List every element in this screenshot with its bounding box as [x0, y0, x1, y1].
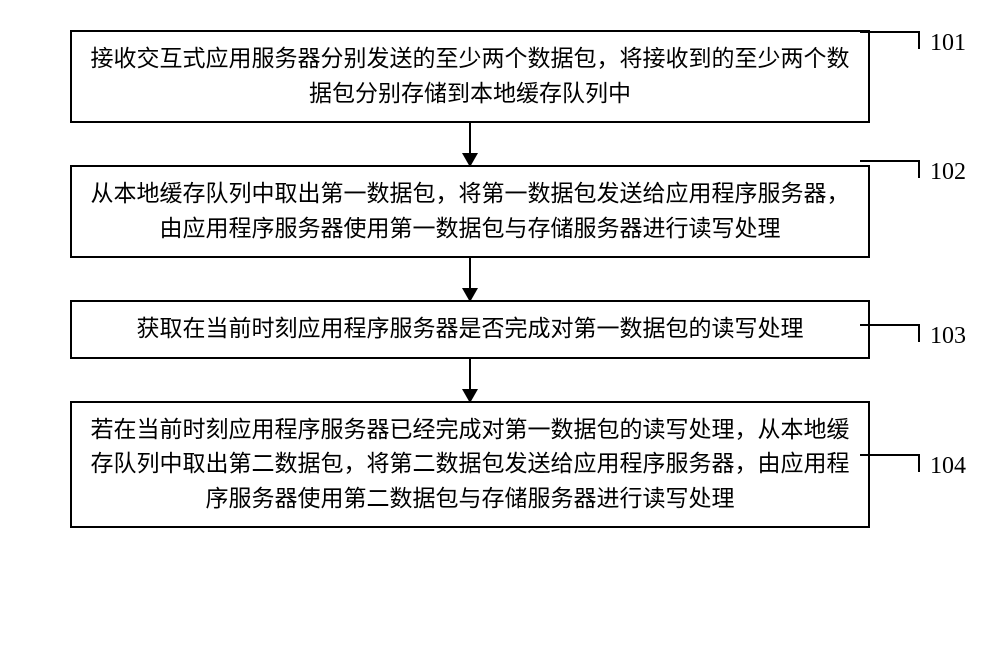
step-box-1: 接收交互式应用服务器分别发送的至少两个数据包，将接收到的至少两个数据包分别存储到… — [70, 30, 870, 123]
step-box-4: 若在当前时刻应用程序服务器已经完成对第一数据包的读写处理，从本地缓存队列中取出第… — [70, 401, 870, 529]
step-text: 从本地缓存队列中取出第一数据包，将第一数据包发送给应用程序服务器，由应用程序服务… — [91, 181, 850, 241]
arrow-icon — [469, 123, 471, 165]
step-box-2: 从本地缓存队列中取出第一数据包，将第一数据包发送给应用程序服务器，由应用程序服务… — [70, 165, 870, 258]
step-text: 若在当前时刻应用程序服务器已经完成对第一数据包的读写处理，从本地缓存队列中取出第… — [91, 417, 850, 511]
step-text: 获取在当前时刻应用程序服务器是否完成对第一数据包的读写处理 — [137, 316, 804, 341]
arrow-icon — [469, 359, 471, 401]
step-text: 接收交互式应用服务器分别发送的至少两个数据包，将接收到的至少两个数据包分别存储到… — [91, 46, 850, 106]
leader-line — [860, 160, 920, 178]
step-id-label: 104 — [930, 453, 966, 480]
step-id-label: 103 — [930, 323, 966, 350]
leader-line — [860, 454, 920, 472]
step-id-label: 102 — [930, 159, 966, 186]
arrow-icon — [469, 258, 471, 300]
flowchart: 接收交互式应用服务器分别发送的至少两个数据包，将接收到的至少两个数据包分别存储到… — [60, 30, 880, 528]
step-id-label: 101 — [930, 30, 966, 57]
leader-line — [860, 324, 920, 342]
step-box-3: 获取在当前时刻应用程序服务器是否完成对第一数据包的读写处理 — [70, 300, 870, 359]
leader-line — [860, 31, 920, 49]
